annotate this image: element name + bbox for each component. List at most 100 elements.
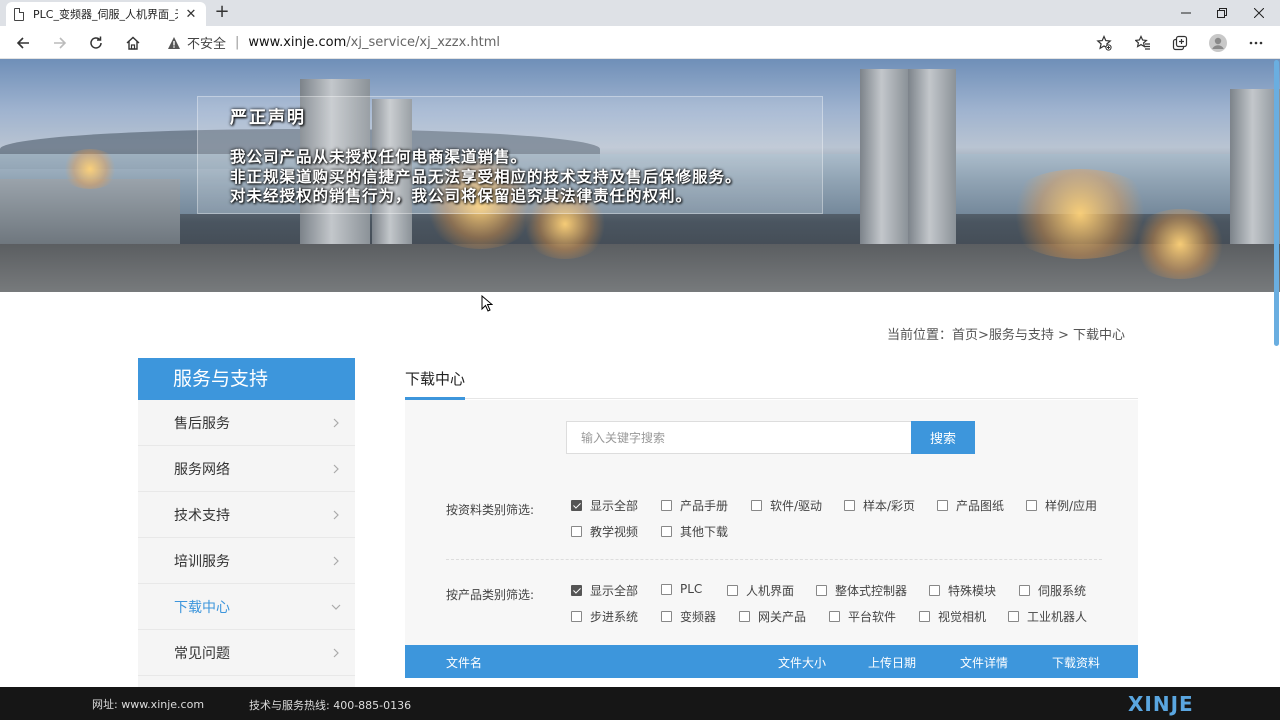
filter-type-option[interactable]: 教学视频 <box>571 523 638 540</box>
option-label: 显示全部 <box>590 499 639 513</box>
option-label: 显示全部 <box>590 584 639 598</box>
search-button[interactable]: 搜索 <box>911 421 975 454</box>
checkbox[interactable] <box>1019 585 1030 596</box>
option-label: 其他下载 <box>680 525 729 539</box>
checkbox[interactable] <box>929 585 940 596</box>
page-title: 下载中心 <box>405 370 466 388</box>
filter-type-option[interactable]: 产品图纸 <box>937 497 1004 514</box>
column-file-details: 文件详情 <box>960 656 1009 670</box>
forward-icon[interactable] <box>47 30 73 56</box>
notice-line: 非正规渠道购买的信捷产品无法享受相应的技术支持及售后保修服务。 <box>230 167 742 186</box>
footer-bar: 网址: www.xinje.com 技术与服务热线: 400-885-0136 … <box>0 687 1280 720</box>
checkbox[interactable] <box>816 585 827 596</box>
option-label: 视觉相机 <box>938 610 987 624</box>
filter-product-option[interactable]: 变频器 <box>661 608 716 625</box>
new-tab-icon[interactable]: + <box>212 3 232 23</box>
checkbox[interactable] <box>739 611 750 622</box>
footer-website[interactable]: 网址: www.xinje.com <box>92 696 204 712</box>
breadcrumb[interactable]: 当前位置：首页>服务与支持 > 下载中心 <box>887 324 1125 343</box>
minimize-icon[interactable] <box>1167 0 1205 26</box>
refresh-icon[interactable] <box>83 30 109 56</box>
sidebar-item-tech-support[interactable]: 技术支持 <box>138 492 355 538</box>
option-label: 步进系统 <box>590 610 639 624</box>
browser-tab[interactable]: PLC_变频器_伺服_人机界面_无锡 ✕ <box>6 2 206 26</box>
checkbox[interactable] <box>937 500 948 511</box>
download-table-header: 文件名 文件大小 上传日期 文件详情 下载资料 <box>405 645 1138 678</box>
filter-product-option[interactable]: 整体式控制器 <box>816 582 907 599</box>
filter-product-option[interactable]: 平台软件 <box>829 608 896 625</box>
home-icon[interactable] <box>120 30 146 56</box>
sidebar-item-service-network[interactable]: 服务网络 <box>138 446 355 492</box>
checkbox[interactable] <box>919 611 930 622</box>
filter-product-option[interactable]: 工业机器人 <box>1008 608 1087 625</box>
option-label: 变频器 <box>680 610 717 624</box>
page-scrollbar[interactable] <box>1274 60 1279 346</box>
sidebar-item-after-sales[interactable]: 售后服务 <box>138 400 355 446</box>
sidebar-item-label: 下载中心 <box>174 599 230 616</box>
option-label: 伺服系统 <box>1038 584 1087 598</box>
filter-type-option[interactable]: 样例/应用 <box>1026 497 1097 514</box>
checkbox[interactable] <box>571 611 582 622</box>
more-menu-icon[interactable] <box>1243 30 1269 56</box>
option-label: 产品手册 <box>680 499 729 513</box>
filter-product-option[interactable]: PLC <box>661 582 702 596</box>
chevron-right-icon <box>333 648 339 657</box>
sidebar-item-label: 技术支持 <box>174 507 230 524</box>
sidebar-item-faq[interactable]: 常见问题 <box>138 630 355 676</box>
filter-product-option[interactable]: 显示全部 <box>571 582 638 599</box>
checkbox[interactable] <box>571 500 582 511</box>
checkbox[interactable] <box>661 583 672 595</box>
close-window-icon[interactable] <box>1240 0 1278 26</box>
favorites-icon[interactable] <box>1130 30 1156 56</box>
sidebar: 服务与支持 售后服务 服务网络 技术支持 培训服务 下载中心 常见问题 <box>138 358 355 690</box>
column-file-size: 文件大小 <box>778 656 827 670</box>
sidebar-item-training[interactable]: 培训服务 <box>138 538 355 584</box>
xinje-logo[interactable]: XINJE <box>1128 692 1194 716</box>
checkbox[interactable] <box>661 526 672 537</box>
collections-icon[interactable] <box>1167 30 1193 56</box>
option-label: 样例/应用 <box>1045 499 1098 513</box>
chevron-right-icon <box>333 510 339 519</box>
option-label: 教学视频 <box>590 525 639 539</box>
filter-product-option[interactable]: 人机界面 <box>727 582 794 599</box>
tab-title: PLC_变频器_伺服_人机界面_无锡 <box>33 8 178 21</box>
option-label: PLC <box>680 582 703 596</box>
checkbox[interactable] <box>1008 611 1019 622</box>
checkbox[interactable] <box>661 611 672 622</box>
filter-type-option[interactable]: 样本/彩页 <box>844 497 915 514</box>
filter-type-option[interactable]: 产品手册 <box>661 497 728 514</box>
filter-product-option[interactable]: 网关产品 <box>739 608 806 625</box>
option-label: 整体式控制器 <box>835 584 908 598</box>
checkbox[interactable] <box>829 611 840 622</box>
filter-product-option[interactable]: 步进系统 <box>571 608 638 625</box>
option-label: 网关产品 <box>758 610 807 624</box>
filter-product-option[interactable]: 特殊模块 <box>929 582 996 599</box>
chevron-right-icon <box>333 418 339 427</box>
option-label: 特殊模块 <box>948 584 997 598</box>
filter-type-option[interactable]: 显示全部 <box>571 497 638 514</box>
sidebar-item-download-center[interactable]: 下载中心 <box>138 584 355 630</box>
filter-product-option[interactable]: 视觉相机 <box>919 608 986 625</box>
column-file-name: 文件名 <box>446 656 483 670</box>
url-field[interactable]: 不安全 | www.xinje.com /xj_service/xj_xzzx.… <box>157 29 1122 56</box>
insecure-label: 不安全 <box>187 37 227 52</box>
filter-type-option[interactable]: 其他下载 <box>661 523 728 540</box>
restore-icon[interactable] <box>1203 0 1241 26</box>
checkbox[interactable] <box>727 585 738 596</box>
back-icon[interactable] <box>10 30 36 56</box>
column-upload-date: 上传日期 <box>868 656 917 670</box>
checkbox[interactable] <box>1026 500 1037 511</box>
checkbox[interactable] <box>571 526 582 537</box>
add-favorite-icon[interactable] <box>1091 30 1117 56</box>
address-bar-row: 不安全 | www.xinje.com /xj_service/xj_xzzx.… <box>0 26 1280 59</box>
filter-type-option[interactable]: 软件/驱动 <box>751 497 822 514</box>
checkbox[interactable] <box>571 585 582 596</box>
close-tab-icon[interactable]: ✕ <box>184 7 198 22</box>
search-input[interactable] <box>566 421 912 454</box>
checkbox[interactable] <box>844 500 855 511</box>
checkbox[interactable] <box>661 500 672 511</box>
hero-banner: 严正声明 我公司产品从未授权任何电商渠道销售。 非正规渠道购买的信捷产品无法享受… <box>0 59 1280 292</box>
filter-product-option[interactable]: 伺服系统 <box>1019 582 1086 599</box>
checkbox[interactable] <box>751 500 762 511</box>
profile-avatar[interactable] <box>1205 30 1231 56</box>
